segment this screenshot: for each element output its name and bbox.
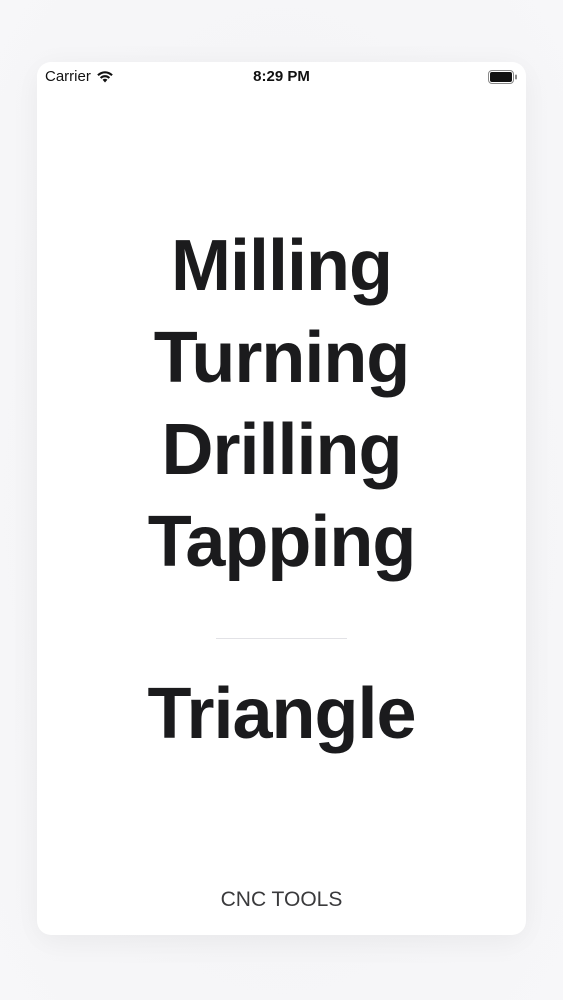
menu-item-turning[interactable]: Turning: [154, 312, 411, 404]
tool-menu: Milling Turning Drilling Tapping: [37, 220, 526, 588]
status-bar: Carrier 8:29 PM: [37, 62, 526, 92]
menu-item-triangle[interactable]: Triangle: [147, 668, 416, 760]
menu-divider: [216, 638, 347, 639]
app-stage: Carrier 8:29 PM Milling Turning Drilling…: [0, 0, 563, 1000]
menu-item-tapping[interactable]: Tapping: [148, 496, 417, 588]
status-time: 8:29 PM: [253, 68, 310, 85]
secondary-menu: Triangle: [37, 668, 526, 760]
app-footer-label: CNC TOOLS: [220, 888, 343, 911]
battery-icon: [488, 70, 518, 89]
menu-item-milling[interactable]: Milling: [171, 220, 393, 312]
menu-item-drilling[interactable]: Drilling: [162, 404, 403, 496]
phone-screen: Carrier 8:29 PM Milling Turning Drilling…: [37, 62, 526, 935]
